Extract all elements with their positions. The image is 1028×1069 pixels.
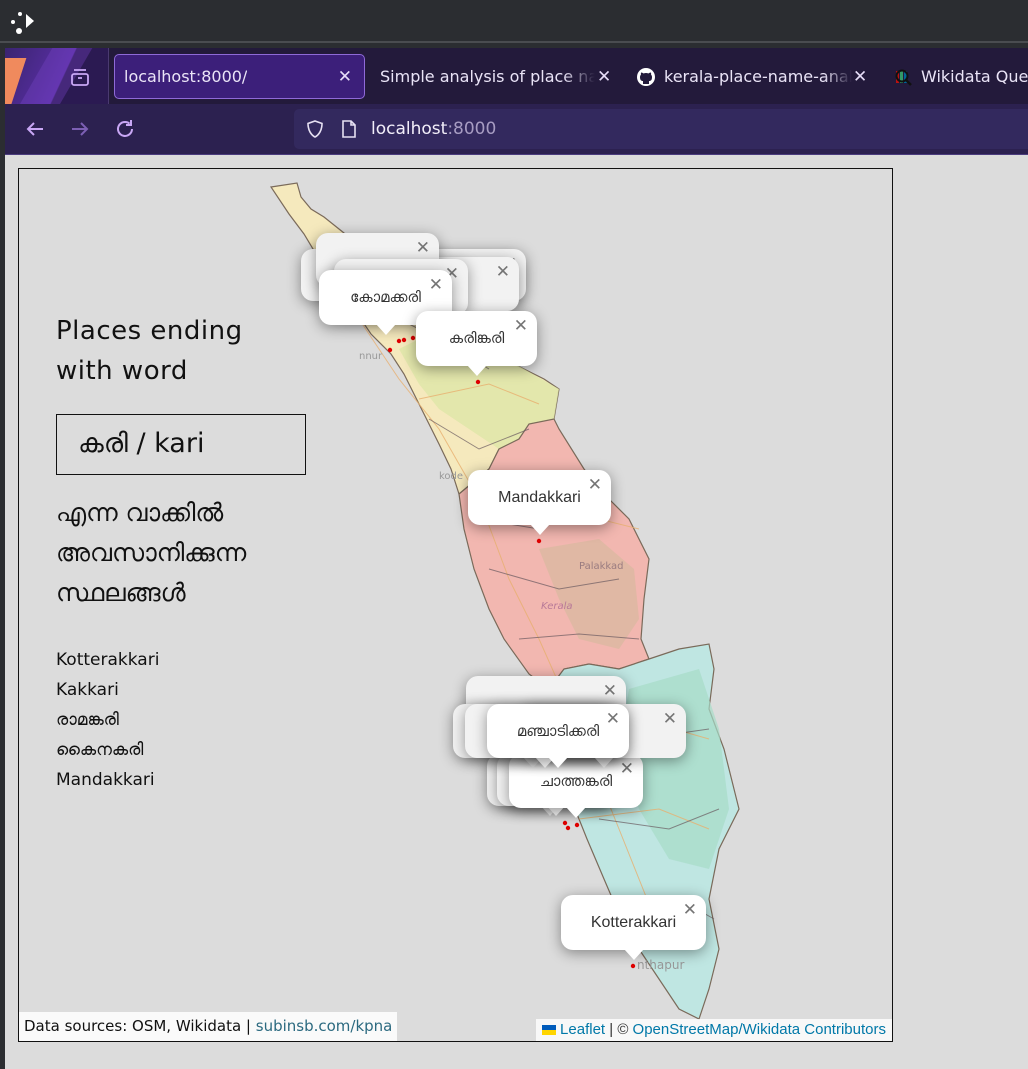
place-list-item[interactable]: രാമങ്കരി (56, 705, 159, 735)
place-marker[interactable] (396, 338, 402, 344)
close-popup-icon[interactable]: ✕ (416, 238, 430, 258)
os-launcher-icon[interactable] (8, 8, 38, 36)
popup-text: Mandakkari (498, 488, 581, 506)
close-popup-icon[interactable]: ✕ (496, 262, 510, 282)
close-tab-icon[interactable]: ✕ (597, 67, 611, 87)
place-list-item[interactable]: Kakkari (56, 675, 159, 705)
back-arrow-icon[interactable] (23, 117, 47, 141)
data-sources-attribution: Data sources: OSM, Wikidata | subinsb.co… (19, 1012, 398, 1041)
url-host: localhost (371, 119, 448, 139)
map-popup-kotterakkari[interactable]: Kotterakkari ✕ (561, 895, 706, 960)
popup-text: ചാത്തങ്കരി (539, 772, 613, 790)
popup-text: Kotterakkari (590, 913, 677, 931)
map-popup-manjadikkari[interactable]: മഞ്ചാടിക്കരി ✕ (487, 704, 629, 768)
forward-arrow-icon[interactable] (68, 117, 92, 141)
popup-text: കരിങ്കരി (448, 330, 505, 347)
attribution-text: Data sources: OSM, Wikidata | (24, 1017, 256, 1035)
close-popup-icon[interactable]: ✕ (663, 709, 677, 729)
map-label-kerala: Kerala (541, 601, 573, 612)
title-line-2: with word (56, 356, 188, 386)
page-content: nnur kode Palakkad Kerala nthapur Places… (5, 155, 1028, 1069)
subtitle-line-1: എന്ന വാക്കിൽ (56, 498, 224, 527)
tab-simple-analysis[interactable]: Simple analysis of place names ✕ (380, 54, 620, 99)
popup-text: കോമക്കരി (350, 289, 421, 306)
kpna-link[interactable]: subinsb.com/kpna (256, 1017, 393, 1035)
map-label-kannur: nnur (359, 351, 383, 362)
ukraine-flag-icon (542, 1025, 557, 1035)
place-list-item[interactable]: കൈനകരി (56, 735, 159, 765)
subtitle-line-2: അവസാനിക്കുന്ന (56, 538, 247, 567)
place-marker[interactable] (562, 820, 568, 826)
url-text[interactable]: localhost:8000 (371, 119, 496, 139)
leaflet-link[interactable]: Leaflet (560, 1021, 605, 1038)
tab-localhost[interactable]: localhost:8000/ ✕ (114, 54, 365, 99)
os-top-bar (0, 0, 1028, 43)
tab-container-icon[interactable] (69, 66, 91, 88)
map-label-thiruvananthapuram: nthapur (637, 958, 684, 972)
close-popup-icon[interactable]: ✕ (683, 900, 697, 920)
tab-divider (108, 48, 109, 104)
title-line-1: Places ending (56, 316, 243, 346)
map-popup-mandakkari[interactable]: Mandakkari ✕ (468, 470, 611, 535)
wikidata-query-icon (895, 69, 912, 86)
search-word-box: കരി / kari (56, 414, 306, 475)
reload-icon[interactable] (113, 117, 137, 141)
place-marker[interactable] (401, 337, 407, 343)
place-marker[interactable] (574, 822, 580, 828)
close-tab-icon[interactable]: ✕ (338, 67, 352, 87)
close-popup-icon[interactable]: ✕ (588, 475, 602, 495)
page-info-icon[interactable] (340, 119, 358, 139)
navigation-bar: localhost:8000 (5, 104, 1028, 155)
tab-label: kerala-place-name-analysis (664, 67, 852, 86)
close-popup-icon[interactable]: ✕ (603, 681, 617, 701)
tab-github-repo[interactable]: kerala-place-name-analysis ✕ (636, 54, 876, 99)
tab-bar: localhost:8000/ ✕ Simple analysis of pla… (5, 48, 1028, 104)
place-marker[interactable] (475, 379, 481, 385)
popup-text: മഞ്ചാടിക്കരി (516, 722, 600, 740)
osm-wikidata-link[interactable]: OpenStreetMap/Wikidata Contributors (633, 1021, 886, 1038)
close-popup-icon[interactable]: ✕ (514, 316, 528, 336)
map-popup-karingkari[interactable]: കരിങ്കരി ✕ (416, 311, 537, 376)
close-popup-icon[interactable]: ✕ (620, 759, 634, 779)
place-marker[interactable] (410, 335, 416, 341)
leaflet-attribution: Leaflet | © OpenStreetMap/Wikidata Contr… (536, 1019, 892, 1041)
github-icon (637, 67, 655, 86)
place-list: Kotterakkari Kakkari രാമങ്കരി കൈനകരി Man… (56, 645, 159, 795)
url-port: :8000 (447, 119, 497, 139)
place-list-item[interactable]: Mandakkari (56, 765, 159, 795)
place-list-item[interactable]: Kotterakkari (56, 645, 159, 675)
tab-label: localhost:8000/ (124, 67, 248, 86)
close-popup-icon[interactable]: ✕ (606, 709, 620, 729)
theme-decoration (5, 48, 108, 104)
close-tab-icon[interactable]: ✕ (853, 67, 867, 87)
sidebar-subtitle-malayalam: എന്ന വാക്കിൽ അവസാനിക്കുന്ന സ്ഥലങ്ങൾ (56, 493, 246, 613)
sidebar-title: Places ending with word (56, 311, 243, 391)
place-marker[interactable] (565, 825, 571, 831)
tab-wikidata-query[interactable]: Wikidata Query Service (893, 54, 1028, 99)
tracking-protection-shield-icon[interactable] (305, 119, 325, 139)
map-label-palakkad: Palakkad (579, 561, 624, 572)
browser-window: localhost:8000/ ✕ Simple analysis of pla… (5, 48, 1028, 1069)
place-marker[interactable] (387, 347, 393, 353)
subtitle-line-3: സ്ഥലങ്ങൾ (56, 578, 186, 607)
url-bar[interactable]: localhost:8000 (294, 109, 1028, 149)
place-marker[interactable] (536, 538, 542, 544)
leaflet-map[interactable]: nnur kode Palakkad Kerala nthapur Places… (18, 168, 893, 1042)
map-label-kozhikode: kode (439, 471, 463, 482)
tab-label: Wikidata Query Service (921, 67, 1028, 86)
attribution-separator: | © (605, 1021, 633, 1038)
close-popup-icon[interactable]: ✕ (429, 275, 443, 295)
place-marker[interactable] (630, 963, 636, 969)
tab-label: Simple analysis of place names (380, 67, 595, 86)
